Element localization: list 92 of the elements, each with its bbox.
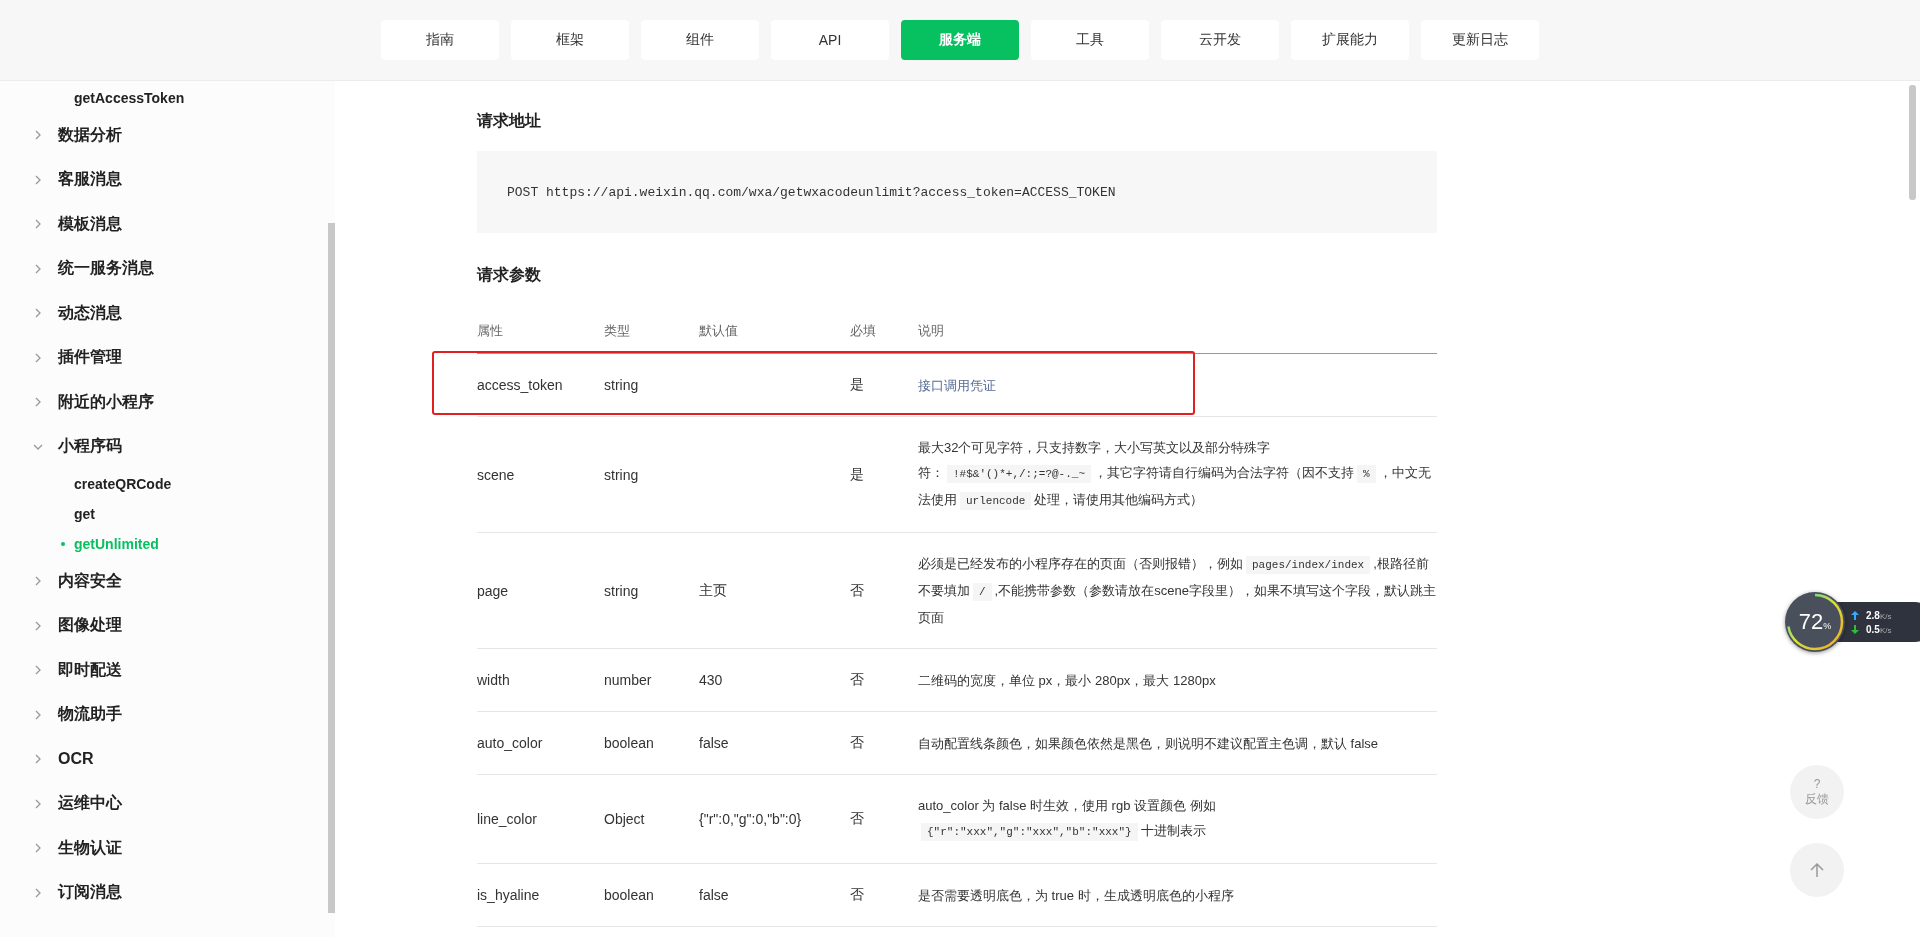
sidebar-item[interactable]: 附近的小程序: [58, 391, 154, 413]
nav-tab[interactable]: 组件: [641, 20, 759, 60]
sidebar-item[interactable]: 内容安全: [58, 570, 122, 592]
sidebar-item[interactable]: 小程序码: [58, 436, 122, 458]
chevron-right-icon: [33, 843, 43, 854]
table-cell-text: line_color: [477, 810, 538, 829]
chevron-right-icon: [33, 174, 43, 185]
sidebar-item[interactable]: 数据分析: [58, 124, 122, 146]
chevron-right-icon: [33, 576, 43, 587]
arrow-up-icon: [1810, 862, 1824, 878]
table-cell-text: 否: [850, 670, 865, 689]
chevron-right-icon: [33, 798, 43, 809]
sidebar-item[interactable]: 图像处理: [58, 615, 122, 637]
description-text: auto_color 为 false 时生效，使用 rgb 设置颜色 例如 {"r":"xxx","g":"xxx","b":"xxx"} 十进制表示: [918, 775, 1437, 863]
nav-tab[interactable]: 更新日志: [1421, 20, 1539, 60]
table-cell-text: string: [604, 581, 640, 601]
scrollbar[interactable]: [1909, 85, 1916, 200]
table-cell-text: 是: [850, 464, 865, 484]
table-cell-text: is_hyaline: [477, 886, 541, 905]
table-cell-text: boolean: [604, 734, 655, 753]
cpu-gauge: 72%: [1785, 592, 1845, 652]
description-text: 最大32个可见字符，只支持数字，大小写英文以及部分特殊字符： !#$&'()*+,/:;=?@-._~ ，其它字符请自行编码为合法字符（因不支持 % ，中文无法使用 urlencode 处理，请使用其他编码方式）: [918, 417, 1437, 532]
sidebar-item[interactable]: 物流助手: [58, 704, 122, 726]
description-text: 接口调用凭证: [918, 376, 997, 395]
sidebar-item[interactable]: 订阅消息: [58, 882, 122, 904]
chevron-right-icon: [33, 397, 43, 408]
table-cell-text: scene: [477, 465, 516, 485]
description-text: 二维码的宽度，单位 px，最小 280px，最大 1280px: [918, 671, 1217, 690]
sidebar-item[interactable]: 即时配送: [58, 659, 122, 681]
description-text: 必须是已经发布的小程序存在的页面（否则报错），例如 pages/index/index ,根路径前不要填加 / ,不能携带参数（参数请放在scene字段里），如果不填写这个字段，默认跳主页面: [918, 555, 1437, 627]
sidebar-subitem[interactable]: getAccessToken: [0, 83, 335, 113]
column-header: 说明: [918, 322, 945, 340]
section-heading: 请求参数: [477, 264, 542, 285]
nav-tab[interactable]: 扩展能力: [1291, 20, 1409, 60]
upload-speed: 2.8K/s: [1866, 609, 1892, 621]
chevron-right-icon: [33, 754, 43, 765]
sidebar-subitem[interactable]: createQRCode: [74, 476, 172, 492]
table-cell-text: {"r":0,"g":0,"b":0}: [699, 810, 803, 829]
table-cell-text: boolean: [604, 886, 655, 905]
code-block: POST https://api.weixin.qq.com/wxa/getwxacodeunlimit?access_token=ACCESS_TOKEN: [477, 151, 1437, 233]
chevron-right-icon: [33, 887, 43, 898]
table-cell-text: 是: [850, 375, 865, 394]
upload-arrow-icon: [1851, 610, 1859, 620]
sidebar-item[interactable]: 模板消息: [58, 213, 122, 235]
sidebar-item[interactable]: 生物认证: [58, 837, 122, 859]
chevron-right-icon: [33, 620, 43, 631]
table-cell-text: access_token: [477, 376, 564, 395]
table-cell-text: Object: [604, 810, 646, 829]
table-cell-text: page: [477, 581, 510, 601]
column-header: 默认值: [699, 322, 739, 340]
section-heading: 请求地址: [477, 110, 542, 131]
table-cell-text: false: [699, 886, 730, 905]
sidebar-item[interactable]: 动态消息: [58, 302, 122, 324]
nav-tab[interactable]: 指南: [381, 20, 499, 60]
nav-tab[interactable]: API: [771, 20, 889, 60]
bullet-icon: [61, 542, 65, 546]
chevron-right-icon: [33, 352, 43, 363]
download-speed: 0.5K/s: [1866, 623, 1892, 635]
column-header: 属性: [477, 322, 504, 340]
description-text: 是否需要透明底色，为 true 时，生成透明底色的小程序: [918, 886, 1235, 905]
description-text: 自动配置线条颜色，如果颜色依然是黑色，则说明不建议配置主色调，默认 false: [918, 734, 1380, 753]
sidebar-subitem[interactable]: get: [74, 506, 95, 522]
sidebar-item[interactable]: 插件管理: [58, 347, 122, 369]
sidebar-item[interactable]: 统一服务消息: [58, 258, 154, 280]
chevron-right-icon: [33, 665, 43, 676]
table-cell-text: 否: [850, 733, 865, 752]
nav-tab[interactable]: 工具: [1031, 20, 1149, 60]
table-cell-text: 430: [699, 671, 724, 690]
table-cell-text: 否: [850, 885, 865, 904]
download-arrow-icon: [1851, 624, 1859, 634]
table-cell-text: string: [604, 376, 640, 395]
chevron-right-icon: [33, 130, 43, 141]
sidebar-item[interactable]: 客服消息: [58, 169, 122, 191]
table-cell-text: number: [604, 671, 653, 690]
chevron-right-icon: [33, 219, 43, 230]
table-cell-text: 否: [850, 809, 865, 828]
table-cell-text: auto_color: [477, 734, 544, 753]
column-header: 类型: [604, 322, 631, 340]
column-header: 必填: [850, 322, 877, 340]
table-cell-text: 主页: [699, 580, 728, 600]
nav-tab[interactable]: 云开发: [1161, 20, 1279, 60]
table-cell-text: string: [604, 465, 640, 485]
table-cell-text: false: [699, 734, 730, 753]
scrollbar[interactable]: [328, 223, 335, 913]
table-cell-text: width: [477, 671, 511, 690]
nav-tab[interactable]: 框架: [511, 20, 629, 60]
chevron-right-icon: [33, 263, 43, 274]
table-cell-text: 否: [850, 580, 865, 600]
sidebar-item[interactable]: 运维中心: [58, 793, 122, 815]
chevron-right-icon: [33, 308, 43, 319]
sidebar-item[interactable]: OCR: [58, 750, 94, 769]
chevron-right-icon: [33, 709, 43, 720]
